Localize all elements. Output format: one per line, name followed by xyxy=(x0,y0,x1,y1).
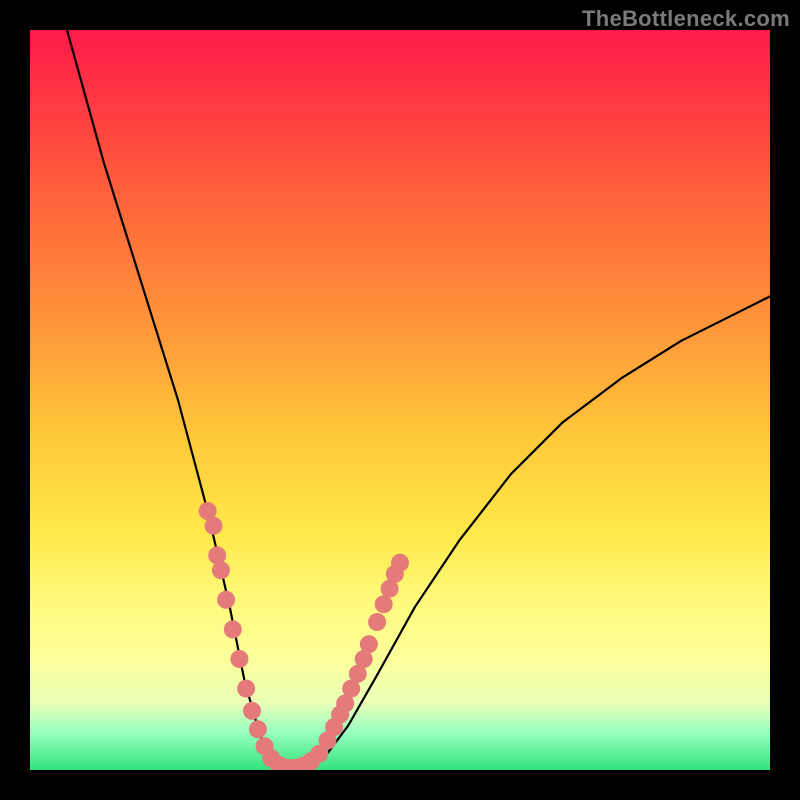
data-point-dot xyxy=(224,620,242,638)
bottleneck-curve xyxy=(67,30,770,770)
overlay-dots xyxy=(199,502,409,770)
attribution-watermark: TheBottleneck.com xyxy=(582,6,790,32)
data-point-dot xyxy=(237,680,255,698)
data-point-dot xyxy=(243,702,261,720)
data-point-dot xyxy=(230,650,248,668)
plot-area xyxy=(30,30,770,770)
bottleneck-chart xyxy=(30,30,770,770)
data-point-dot xyxy=(375,595,393,613)
data-point-dot xyxy=(205,517,223,535)
data-point-dot xyxy=(391,554,409,572)
data-point-dot xyxy=(217,591,235,609)
data-point-dot xyxy=(360,635,378,653)
data-point-dot xyxy=(249,720,267,738)
data-point-dot xyxy=(212,561,230,579)
chart-frame: TheBottleneck.com xyxy=(0,0,800,800)
data-point-dot xyxy=(368,613,386,631)
